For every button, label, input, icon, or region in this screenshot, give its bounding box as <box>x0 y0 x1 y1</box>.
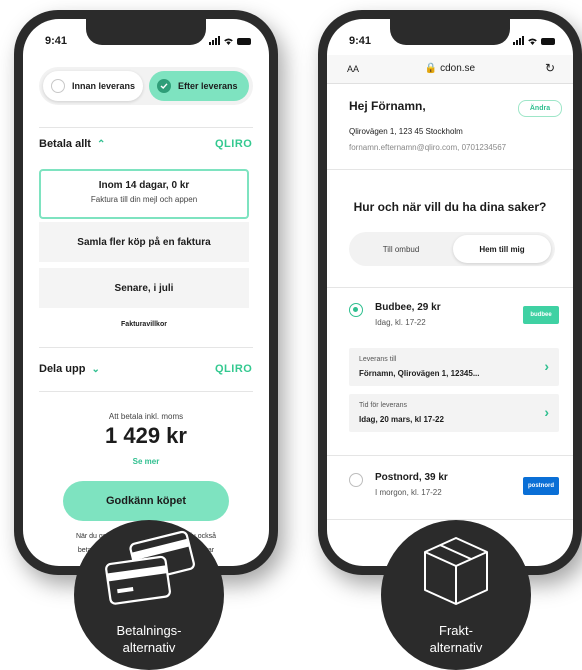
delivery-timing-toggle: Innan leverans Efter leverans <box>39 67 253 105</box>
chevron-right-icon: › <box>544 358 549 374</box>
battery-icon <box>541 38 555 45</box>
phone-shipping: 9:41 AA 🔒 cdon.se ↻ Hej Förnamn, Ändra Q… <box>318 10 582 575</box>
approve-purchase-button[interactable]: Godkänn köpet <box>63 481 229 521</box>
reload-icon[interactable]: ↻ <box>545 61 555 75</box>
option-home-delivery[interactable]: Hem till mig <box>453 235 551 263</box>
row-value: Förnamn, Qlirovägen 1, 12345... <box>359 369 480 378</box>
delivery-address-row[interactable]: Leverans till Förnamn, Qlirovägen 1, 123… <box>349 348 559 386</box>
payment-option-collect[interactable]: Samla fler köp på en faktura <box>39 222 249 262</box>
row-label: Leverans till <box>359 356 397 363</box>
section-title: Dela upp <box>39 363 86 375</box>
badge-label: Betalnings- alternativ <box>74 622 224 656</box>
option-title: Inom 14 dagar, 0 kr <box>98 180 190 191</box>
budbee-logo: budbee <box>523 306 559 324</box>
row-label: Tid för leverans <box>359 402 407 409</box>
shipping-options-badge: Frakt- alternativ <box>381 520 531 670</box>
address: Qlirovägen 1, 123 45 Stockholm <box>349 127 463 136</box>
radio-selected-icon <box>349 303 363 317</box>
section-title: Betala allt <box>39 138 91 150</box>
phone-screen: 9:41 AA 🔒 cdon.se ↻ Hej Förnamn, Ändra Q… <box>327 19 573 566</box>
shipping-name: Postnord, 39 kr <box>375 472 448 483</box>
radio-empty-icon <box>51 79 65 93</box>
option-title: Samla fler köp på en faktura <box>77 236 211 248</box>
option-pickup-point[interactable]: Till ombud <box>353 235 449 263</box>
option-label: Innan leverans <box>72 81 136 91</box>
contact-info: fornamn.efternamn@qliro.com, 0701234567 <box>349 143 507 152</box>
check-icon <box>157 79 171 93</box>
total-amount: 1 429 kr <box>105 423 187 448</box>
signal-icon <box>209 36 220 45</box>
phone-screen: 9:41 Innan leverans Efter leverans Betal… <box>23 19 269 566</box>
clock: 9:41 <box>45 35 68 47</box>
system-icons <box>513 36 555 45</box>
payment-options-badge: Betalnings- alternativ <box>74 520 224 670</box>
row-value: Idag, 20 mars, kl 17-22 <box>359 415 444 424</box>
greeting: Hej Förnamn, <box>349 99 426 113</box>
delivery-time-row[interactable]: Tid för leverans Idag, 20 mars, kl 17-22… <box>349 394 559 432</box>
badge-label: Frakt- alternativ <box>381 622 531 656</box>
invoice-terms-link[interactable]: Fakturavillkor <box>39 321 249 328</box>
split-payment-toggle[interactable]: Dela upp ⌄ <box>39 363 100 375</box>
divider <box>327 169 573 170</box>
chevron-down-icon: ⌄ <box>91 363 100 375</box>
payment-option-later[interactable]: Senare, i juli <box>39 268 249 308</box>
badge-label-line: alternativ <box>429 640 483 655</box>
delivery-method-toggle: Till ombud Hem till mig <box>349 232 555 266</box>
package-box-icon <box>424 537 488 605</box>
status-bar: 9:41 <box>327 19 573 55</box>
badge-label-line: alternativ <box>122 640 176 655</box>
wifi-icon <box>528 38 537 45</box>
option-after-delivery[interactable]: Efter leverans <box>149 71 249 101</box>
divider <box>39 347 253 348</box>
browser-address-bar[interactable]: AA 🔒 cdon.se ↻ <box>327 55 573 84</box>
system-icons <box>209 36 251 45</box>
qliro-logo: QLIRO <box>215 363 253 375</box>
divider <box>39 127 253 128</box>
shipping-time: Idag, kl. 17-22 <box>375 318 426 327</box>
divider <box>327 287 573 288</box>
chevron-right-icon: › <box>544 404 549 420</box>
lock-icon: 🔒 <box>424 63 438 74</box>
pay-all-toggle[interactable]: Betala allt ⌃ <box>39 138 105 150</box>
option-title: Senare, i juli <box>114 282 174 294</box>
total-label: Att betala inkl. moms <box>108 412 184 421</box>
battery-icon <box>237 38 251 45</box>
credit-cards-icon <box>105 530 195 605</box>
postnord-logo: postnord <box>523 477 559 495</box>
see-more-link[interactable]: Se mer <box>23 457 269 466</box>
url-display[interactable]: 🔒 cdon.se <box>327 63 573 74</box>
option-before-delivery[interactable]: Innan leverans <box>43 71 143 101</box>
delivery-question: Hur och när vill du ha dina saker? <box>353 200 547 214</box>
payment-option-14-days[interactable]: Inom 14 dagar, 0 kr Faktura till din mej… <box>39 169 249 219</box>
url-text: cdon.se <box>440 63 476 74</box>
qliro-logo: QLIRO <box>215 138 253 150</box>
option-label: Efter leverans <box>178 81 238 91</box>
clock: 9:41 <box>349 35 372 47</box>
option-subtitle: Faktura till din mejl och appen <box>90 195 198 204</box>
badge-label-line: Frakt- <box>439 623 473 638</box>
shipping-time: I morgon, kl. 17-22 <box>375 488 442 497</box>
change-button[interactable]: Ändra <box>518 100 562 117</box>
wifi-icon <box>224 38 233 45</box>
divider <box>39 391 253 392</box>
badge-label-line: Betalnings- <box>116 623 182 638</box>
phone-payment: 9:41 Innan leverans Efter leverans Betal… <box>14 10 278 575</box>
signal-icon <box>513 36 524 45</box>
chevron-up-icon: ⌃ <box>96 138 106 150</box>
shipping-name: Budbee, 29 kr <box>375 302 441 313</box>
status-bar: 9:41 <box>23 19 269 55</box>
radio-empty-icon <box>349 473 363 487</box>
divider <box>327 455 573 456</box>
